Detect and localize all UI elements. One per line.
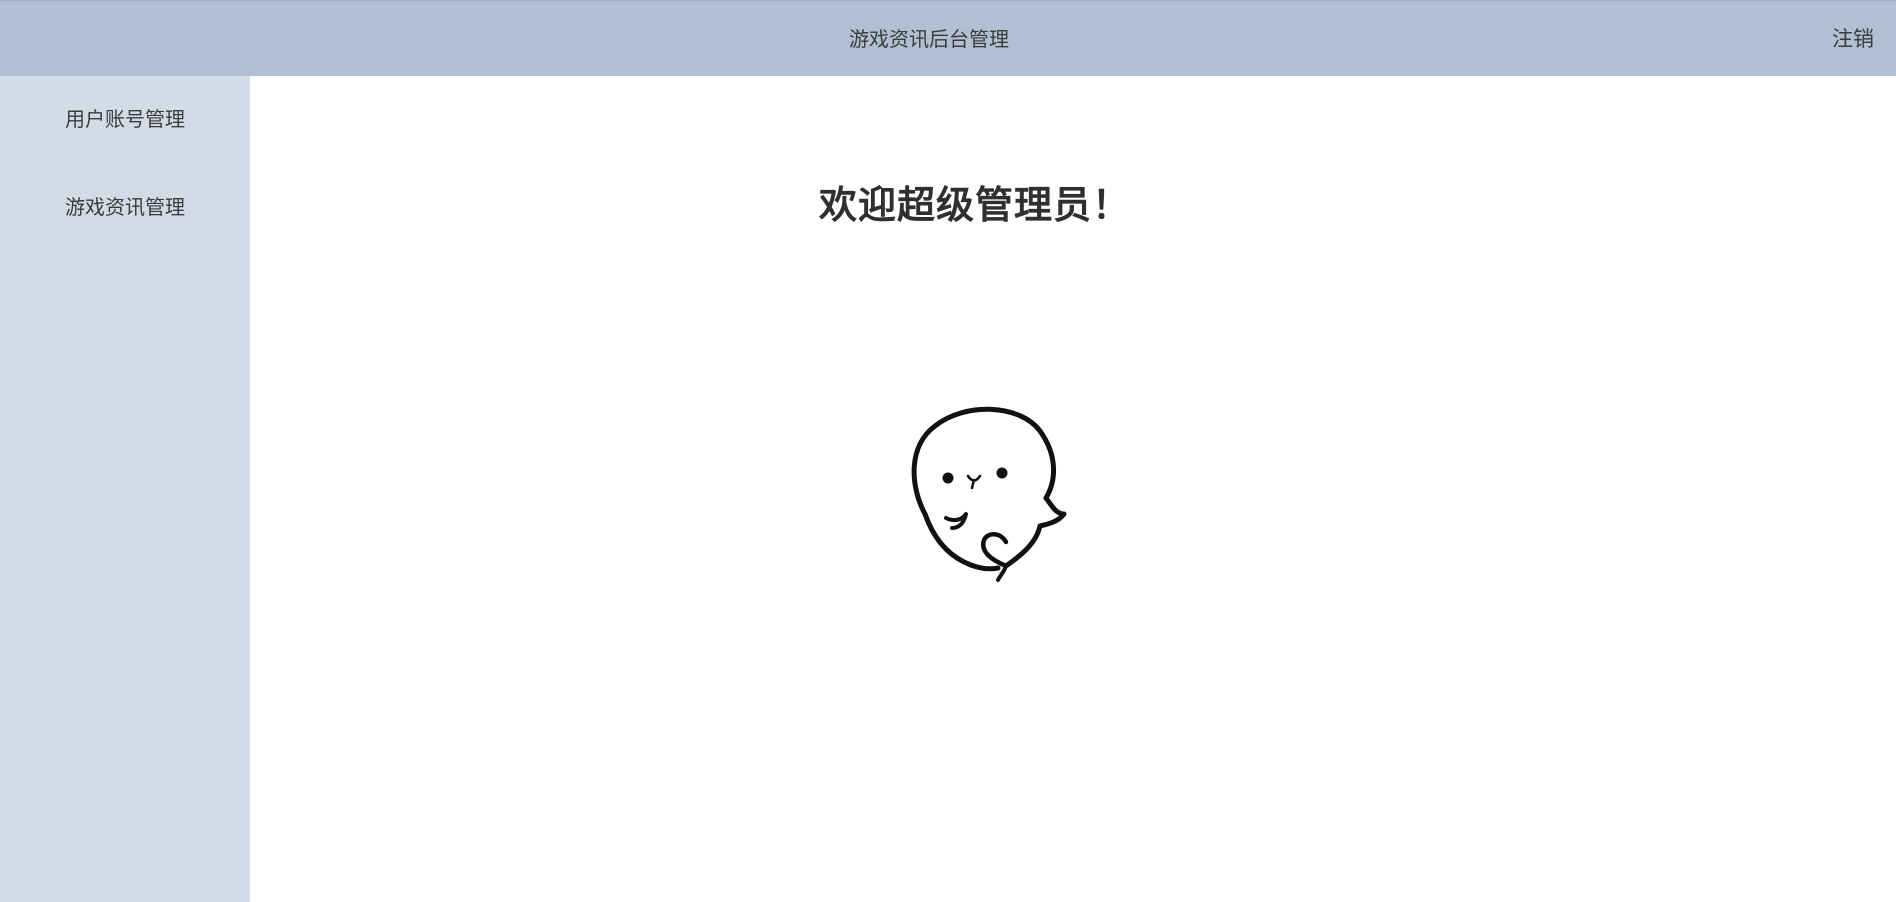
ghost-doodle-icon: [911, 406, 1067, 582]
logout-button[interactable]: 注销: [1832, 1, 1874, 77]
app-title: 游戏资讯后台管理: [849, 27, 1009, 51]
welcome-heading: 欢迎超级管理员！: [818, 183, 1131, 227]
sidebar-item-game-news[interactable]: 游戏资讯管理: [0, 187, 250, 227]
sidebar: 用户账号管理 游戏资讯管理: [0, 76, 250, 902]
sidebar-item-user-accounts[interactable]: 用户账号管理: [0, 99, 250, 139]
top-header-bar: 游戏资讯后台管理 注销: [0, 0, 1896, 76]
main-content: 欢迎超级管理员！: [250, 76, 1896, 902]
